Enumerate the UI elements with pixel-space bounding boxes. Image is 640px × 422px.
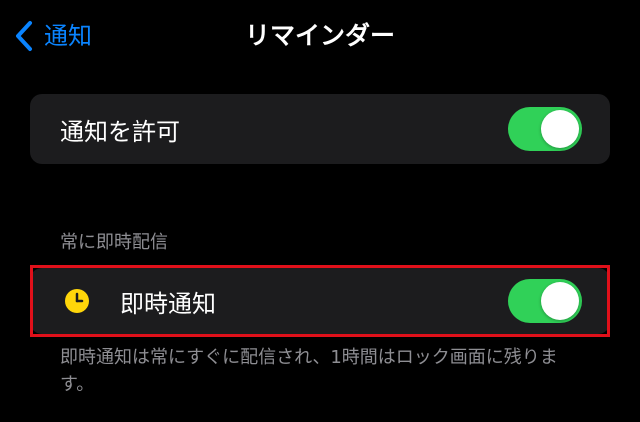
toggle-knob xyxy=(541,282,579,320)
instant-notifications-row: 即時通知 xyxy=(30,268,610,334)
reminders-notification-settings-screen: 通知 リマインダー 通知を許可 常に即時配信 即時通知 即時通知は常にすぐに配信… xyxy=(0,0,640,422)
toggle-knob xyxy=(541,110,579,148)
allow-notifications-toggle[interactable] xyxy=(508,107,582,151)
section-footer-note: 即時通知は常にすぐに配信され、1時間はロック画面に残ります。 xyxy=(60,347,558,395)
allow-notifications-label: 通知を許可 xyxy=(60,117,180,146)
instant-notifications-label: 即時通知 xyxy=(120,289,216,318)
instant-notifications-toggle[interactable] xyxy=(508,279,582,323)
clock-icon xyxy=(64,288,90,314)
section-header-always-deliver: 常に即時配信 xyxy=(60,232,168,253)
allow-notifications-row: 通知を許可 xyxy=(30,94,610,164)
page-title: リマインダー xyxy=(244,21,395,50)
navigation-bar: 通知 リマインダー xyxy=(0,0,640,72)
